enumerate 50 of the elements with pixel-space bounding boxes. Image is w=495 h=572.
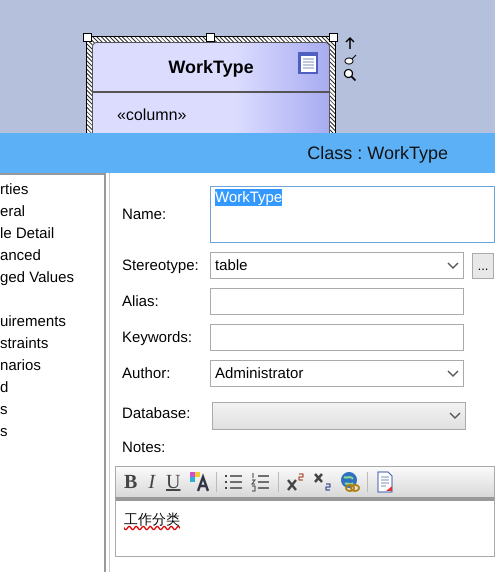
- subscript-icon[interactable]: [313, 471, 334, 493]
- class-name: WorkType: [168, 56, 254, 78]
- up-arrow-icon: [343, 36, 357, 50]
- resize-handle[interactable]: [329, 33, 338, 42]
- underline-button[interactable]: U: [164, 471, 182, 493]
- tree-item[interactable]: d: [0, 378, 104, 400]
- dialog-title: Class : WorkType: [307, 142, 448, 164]
- notes-editor[interactable]: 工作分类: [115, 497, 495, 557]
- font-color-icon[interactable]: [189, 471, 210, 493]
- superscript-icon[interactable]: [286, 471, 306, 493]
- field-label: Name:: [121, 206, 168, 223]
- tree-item[interactable]: eral: [0, 202, 104, 224]
- tree-item[interactable]: narios: [0, 356, 104, 378]
- table-icon: [297, 51, 319, 75]
- field-value: table: [215, 257, 248, 274]
- chevron-down-icon: [449, 412, 461, 420]
- tree-item[interactable]: s: [0, 400, 104, 422]
- globe-link-icon[interactable]: [340, 471, 360, 493]
- tree-item[interactable]: ged Values: [0, 268, 104, 290]
- tree-item[interactable]: le Detail: [0, 224, 104, 246]
- chevron-down-icon: [447, 370, 459, 378]
- tree-item[interactable]: straints: [0, 334, 104, 356]
- field-label: Author:: [121, 365, 172, 382]
- numbered-list-icon[interactable]: [251, 471, 272, 493]
- chevron-down-icon: [447, 262, 459, 270]
- resize-handle[interactable]: [83, 33, 92, 42]
- class-element[interactable]: WorkType «column»: [86, 36, 336, 133]
- resize-handle[interactable]: [206, 33, 215, 42]
- tree-item[interactable]: uirements: [0, 312, 104, 334]
- field-label: Stereotype:: [121, 257, 200, 274]
- field-value: WorkType: [215, 189, 282, 206]
- dropdown[interactable]: table: [210, 252, 464, 279]
- tree-item[interactable]: rties: [0, 180, 104, 202]
- dropdown[interactable]: Administrator: [210, 360, 464, 387]
- notes-text: 工作分类: [124, 511, 180, 527]
- field-label: Database:: [121, 404, 192, 422]
- field-label: Alias:: [121, 293, 160, 310]
- tree-item[interactable]: s: [0, 422, 104, 444]
- search-icon: [343, 68, 357, 82]
- bold-button[interactable]: B: [122, 471, 140, 493]
- notes-label: Notes:: [121, 439, 166, 456]
- tree-item[interactable]: anced: [0, 246, 104, 268]
- field-label: Keywords:: [121, 329, 194, 346]
- field-value: Administrator: [215, 365, 304, 382]
- input-field[interactable]: [210, 324, 464, 351]
- browse-button[interactable]: ...: [472, 252, 494, 278]
- italic-button[interactable]: I: [146, 471, 158, 493]
- input-field[interactable]: [210, 288, 464, 315]
- stereotype-label: «column»: [117, 107, 188, 125]
- document-icon[interactable]: [375, 471, 396, 493]
